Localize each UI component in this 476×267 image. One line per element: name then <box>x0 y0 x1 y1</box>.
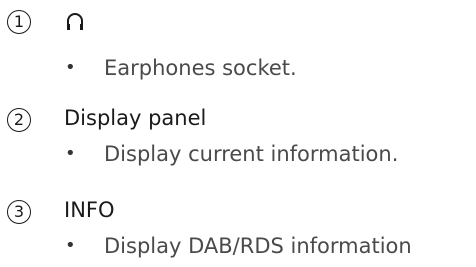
item-description: Earphones socket. <box>104 56 297 80</box>
bullet: • <box>65 143 76 164</box>
bullet: • <box>65 57 76 78</box>
item-title: INFO <box>64 198 115 222</box>
headphones-icon <box>67 13 83 30</box>
item-description: Display current information. <box>104 142 399 166</box>
bullet: • <box>65 235 76 256</box>
item-number-badge: 1 <box>7 10 31 34</box>
item-number-badge: 2 <box>7 108 31 132</box>
item-title: Display panel <box>64 106 207 130</box>
item-number-badge: 3 <box>7 200 31 224</box>
item-description: Display DAB/RDS information <box>104 234 412 258</box>
